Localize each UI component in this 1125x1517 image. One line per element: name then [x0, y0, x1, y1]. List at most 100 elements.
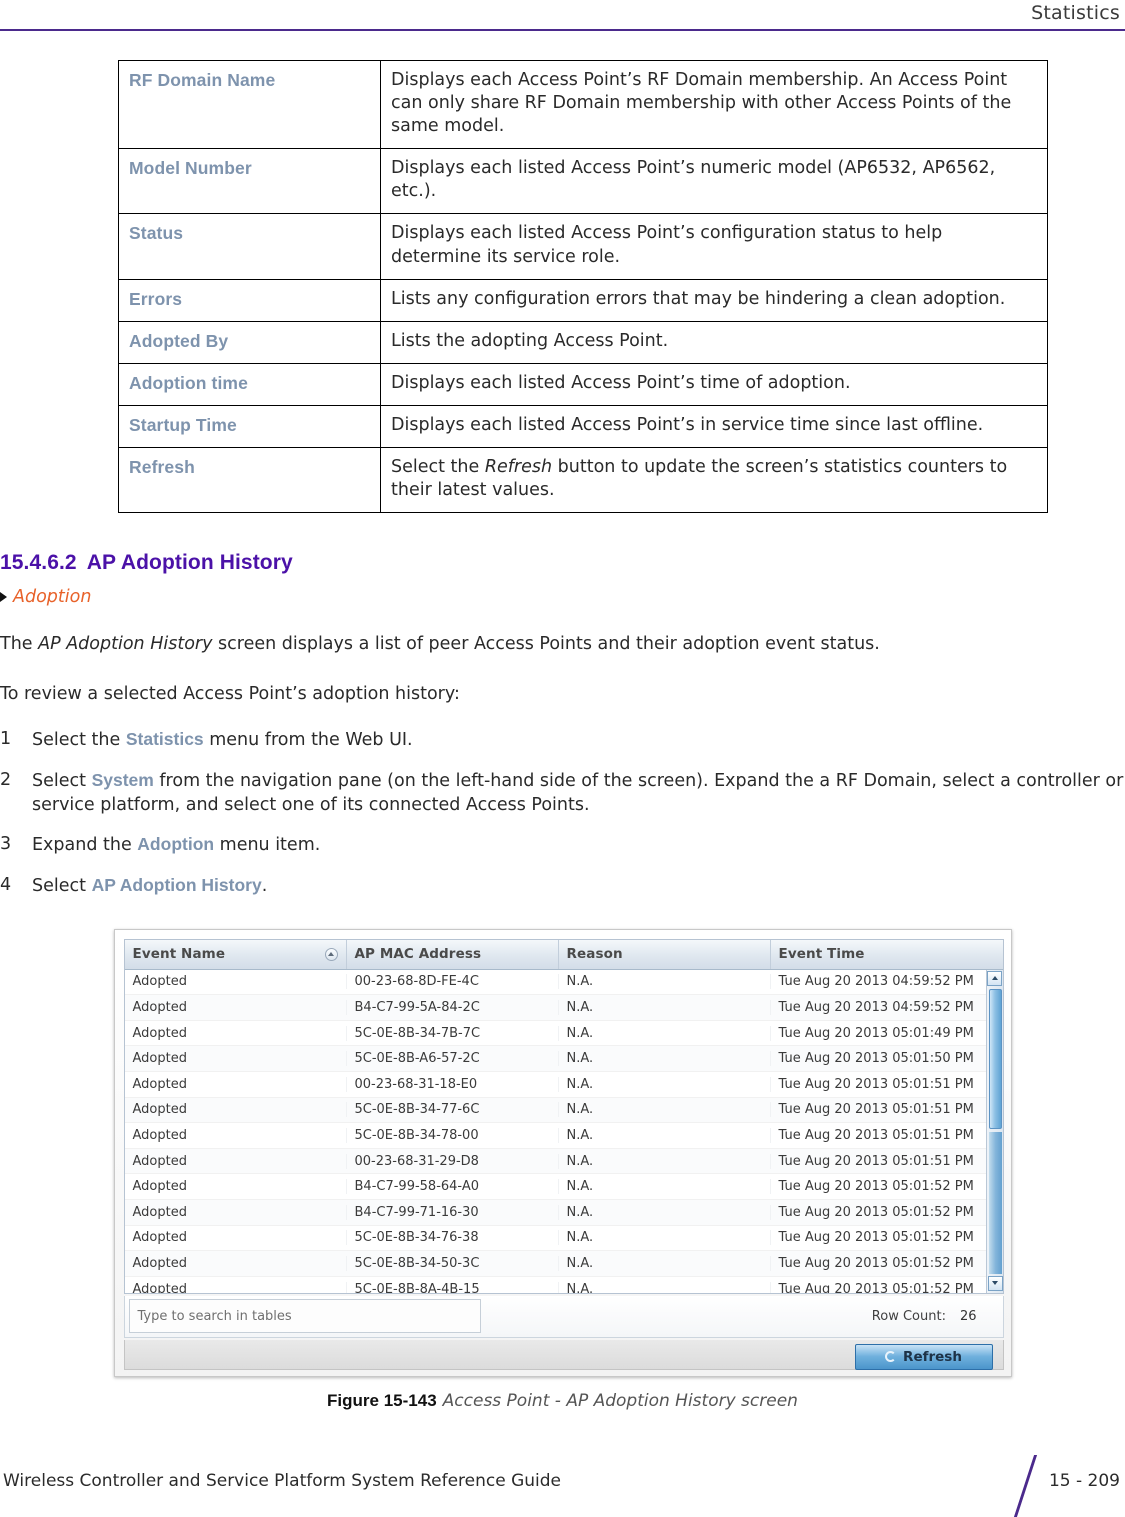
list-item: 2 Select System from the navigation pane… [0, 769, 1125, 817]
list-item: 3 Expand the Adoption menu item. [0, 833, 1125, 858]
table-term-cell: Adoption time [118, 362, 381, 406]
table-row[interactable]: Adopted B4-C7-99-71-16-30 N.A. Tue Aug 2… [124, 1199, 1003, 1226]
cell-event-time: Tue Aug 20 2013 05:01:51 PM [778, 1127, 974, 1143]
step-pre: Select [32, 875, 92, 896]
step-text: Select System from the navigation pane (… [32, 769, 1125, 817]
cell-reason: N.A. [559, 1153, 771, 1169]
cell-event-time: Tue Aug 20 2013 05:01:52 PM [778, 1179, 974, 1195]
step-bold-term: AP Adoption History [91, 874, 262, 895]
intro-post: screen displays a list of peer Access Po… [212, 634, 880, 655]
table-row[interactable]: Adopted 5C-0E-8B-8A-4B-15 N.A. Tue Aug 2… [125, 1277, 1003, 1294]
cell-event-time: Tue Aug 20 2013 04:59:52 PM [778, 974, 974, 990]
cell-reason: N.A. [559, 1025, 771, 1041]
cell-event-name: Adopted [125, 1281, 347, 1293]
column-header-ap-mac-address[interactable]: AP MAC Address [347, 939, 559, 969]
cell-event-name: Adopted [125, 1204, 347, 1220]
cell-event-time: Tue Aug 20 2013 05:01:52 PM [778, 1281, 974, 1294]
table-row[interactable]: Adopted 5C-0E-8B-34-77-6C N.A. Tue Aug 2… [124, 1097, 1003, 1124]
section-heading: 15.4.6.2 AP Adoption History [0, 551, 1125, 575]
cell-ap-mac-address: 5C-0E-8B-34-76-38 [347, 1230, 559, 1246]
cell-ap-mac-address: 5C-0E-8B-34-7B-7C [347, 1025, 559, 1041]
step-bold-term: Statistics [125, 729, 204, 750]
table-row[interactable]: Adopted 00-23-68-8D-FE-4C N.A. Tue Aug 2… [124, 970, 1003, 996]
cross-reference-link[interactable]: Adoption [0, 587, 1125, 607]
cell-reason: N.A. [559, 1051, 771, 1067]
scroll-down-arrow-icon[interactable] [987, 1275, 1003, 1291]
running-head-title: Statistics [1031, 2, 1120, 24]
cell-event-time: Tue Aug 20 2013 05:01:50 PM [778, 1051, 974, 1067]
cell-reason: N.A. [559, 1204, 771, 1220]
cell-reason: N.A. [559, 1179, 771, 1195]
cell-event-time: Tue Aug 20 2013 04:59:52 PM [778, 999, 974, 1015]
cell-reason: N.A. [559, 1127, 771, 1143]
figure-number: Figure 15-143 [327, 1390, 437, 1410]
step-number: 2 [0, 770, 12, 791]
table-row[interactable]: Adopted 5C-0E-8B-34-78-00 N.A. Tue Aug 2… [124, 1123, 1003, 1149]
table-row[interactable]: Adopted 00-23-68-31-18-E0 N.A. Tue Aug 2… [124, 1072, 1003, 1098]
cell-ap-mac-address: B4-C7-99-58-64-A0 [347, 1179, 559, 1195]
table-term-cell: Status [118, 213, 381, 280]
cell-ap-mac-address: 00-23-68-31-29-D8 [347, 1153, 559, 1169]
table-row: Errors Lists any configuration errors th… [118, 278, 1048, 322]
step-number: 1 [0, 729, 12, 750]
cell-reason: N.A. [559, 1281, 771, 1293]
cell-ap-mac-address: 00-23-68-8D-FE-4C [347, 974, 559, 990]
step-text: Expand the Adoption menu item. [32, 833, 1125, 858]
intro-pre: The [0, 634, 39, 655]
cell-event-name: Adopted [125, 1153, 347, 1169]
table-row[interactable]: Adopted 5C-0E-8B-A6-57-2C N.A. Tue Aug 2… [124, 1046, 1003, 1072]
column-header-reason[interactable]: Reason [559, 939, 771, 969]
scroll-up-arrow-icon[interactable] [987, 970, 1002, 986]
refresh-button[interactable]: Refresh [854, 1343, 993, 1370]
cell-event-name: Adopted [125, 1127, 347, 1143]
table-row[interactable]: Adopted B4-C7-99-58-64-A0 N.A. Tue Aug 2… [124, 1174, 1003, 1200]
ap-adoption-history-screenshot: Event Name AP MAC Address Reason Event T… [113, 928, 1012, 1377]
sort-ascending-icon[interactable] [324, 947, 338, 961]
cell-event-time: Tue Aug 20 2013 05:01:49 PM [778, 1025, 974, 1041]
section-title: AP Adoption History [86, 551, 293, 575]
column-header-event-name[interactable]: Event Name [125, 939, 347, 969]
cell-event-name: Adopted [125, 974, 347, 990]
page-running-header: Statistics [0, 0, 1125, 31]
list-item: 1 Select the Statistics menu from the We… [0, 728, 1125, 753]
table-row[interactable]: Adopted 5C-0E-8B-34-7B-7C N.A. Tue Aug 2… [124, 1021, 1003, 1047]
step-post: . [261, 875, 268, 896]
refresh-icon [885, 1351, 897, 1363]
table-desc-cell: Lists the adopting Access Point. [380, 320, 1048, 364]
table-row[interactable]: Adopted 00-23-68-31-29-D8 N.A. Tue Aug 2… [124, 1148, 1003, 1175]
cell-ap-mac-address: B4-C7-99-5A-84-2C [347, 999, 559, 1015]
table-row[interactable]: Adopted B4-C7-99-5A-84-2C N.A. Tue Aug 2… [124, 995, 1003, 1021]
table-term-cell: Errors [118, 278, 381, 322]
grid-vertical-scrollbar[interactable] [985, 969, 1003, 1293]
cell-ap-mac-address: 00-23-68-31-18-E0 [347, 1076, 559, 1092]
cell-ap-mac-address: 5C-0E-8B-34-78-00 [347, 1127, 559, 1143]
grid-button-strip: Refresh [123, 1339, 1004, 1370]
table-row[interactable]: Adopted 5C-0E-8B-34-76-38 N.A. Tue Aug 2… [124, 1226, 1003, 1252]
header-rule [0, 29, 1125, 31]
field-reference-table: RF Domain Name Displays each Access Poin… [118, 59, 1048, 514]
search-input[interactable]: Type to search in tables [128, 1299, 481, 1334]
cell-reason: N.A. [559, 1230, 771, 1246]
row-count-display: Row Count: 26 [872, 1309, 977, 1324]
lead-in-paragraph: To review a selected Access Point’s adop… [0, 683, 460, 704]
cell-ap-mac-address: 5C-0E-8B-34-77-6C [347, 1102, 559, 1118]
column-header-label: AP MAC Address [354, 946, 482, 963]
cell-ap-mac-address: 5C-0E-8B-A6-57-2C [347, 1051, 559, 1067]
column-header-event-time[interactable]: Event Time [771, 940, 1003, 969]
intro-paragraph: The AP Adoption History screen displays … [0, 633, 1125, 657]
cell-event-name: Adopted [125, 1255, 347, 1271]
cell-ap-mac-address: B4-C7-99-71-16-30 [347, 1204, 559, 1220]
cell-event-time: Tue Aug 20 2013 05:01:52 PM [778, 1230, 974, 1246]
step-post: menu item. [214, 835, 321, 856]
cross-reference-label: Adoption [13, 587, 92, 608]
scrollbar-track[interactable] [988, 1131, 1002, 1274]
procedure-steps: 1 Select the Statistics menu from the We… [0, 728, 1125, 898]
table-row: RF Domain Name Displays each Access Poin… [118, 59, 1048, 150]
table-row: Refresh Select the Refresh button to upd… [118, 447, 1048, 514]
table-row[interactable]: Adopted 5C-0E-8B-34-50-3C N.A. Tue Aug 2… [124, 1251, 1003, 1277]
cell-event-time: Tue Aug 20 2013 05:01:51 PM [778, 1153, 974, 1169]
search-placeholder-text: Type to search in tables [137, 1308, 292, 1324]
scrollbar-thumb[interactable] [988, 988, 1002, 1129]
grid-search-strip: Type to search in tables Row Count: 26 [123, 1295, 1004, 1338]
column-header-label: Event Time [778, 946, 865, 963]
